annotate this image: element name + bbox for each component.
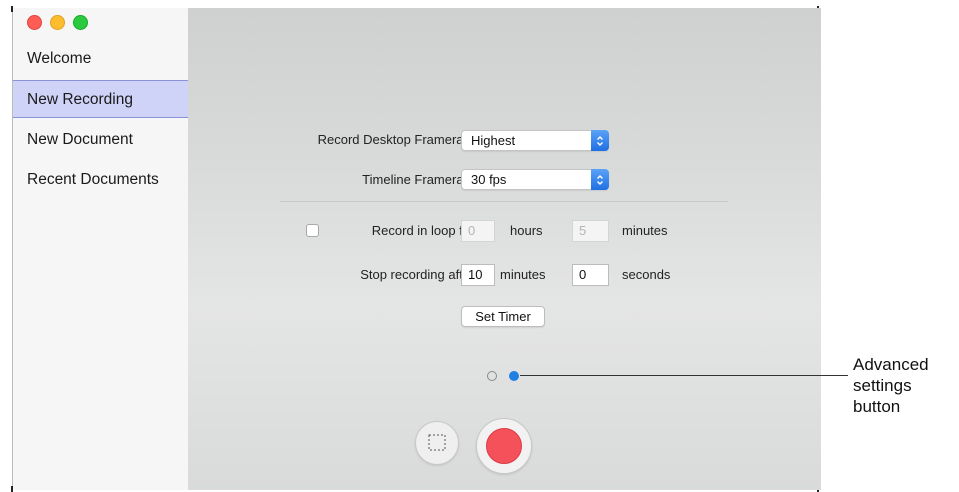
timeline-framerate-select[interactable]: 30 fps xyxy=(461,169,609,190)
sidebar: Welcome New Recording New Document Recen… xyxy=(13,8,189,490)
advanced-settings-callout: Advanced settings button xyxy=(853,354,929,417)
desktop-framerate-label: Record Desktop Framerate: xyxy=(317,132,478,147)
chevron-updown-icon xyxy=(591,169,609,190)
window-controls xyxy=(27,15,88,30)
desktop-framerate-select[interactable]: Highest xyxy=(461,130,609,151)
close-window-button[interactable] xyxy=(27,15,42,30)
chevron-updown-icon xyxy=(591,130,609,151)
page-indicator-1[interactable] xyxy=(487,371,497,381)
settings-divider xyxy=(280,201,728,202)
recording-settings-panel: Record Desktop Framerate: Highest Timeli… xyxy=(188,8,821,490)
set-timer-button[interactable]: Set Timer xyxy=(461,306,545,327)
desktop-framerate-value: Highest xyxy=(471,133,516,148)
loop-minutes-input[interactable]: 5 xyxy=(572,220,609,242)
stop-minutes-unit: minutes xyxy=(500,267,546,282)
region-select-icon xyxy=(428,434,446,451)
callout-line1: Advanced xyxy=(853,355,929,374)
zoom-window-button[interactable] xyxy=(73,15,88,30)
timeline-framerate-value: 30 fps xyxy=(471,172,507,187)
loop-minutes-unit: minutes xyxy=(622,223,668,238)
capture-region-button[interactable] xyxy=(415,421,459,465)
minimize-window-button[interactable] xyxy=(50,15,65,30)
advanced-settings-button[interactable] xyxy=(509,371,519,381)
callout-line xyxy=(520,375,848,376)
callout-line2: settings xyxy=(853,376,912,395)
callout-line3: button xyxy=(853,397,901,416)
sidebar-item-new-document[interactable]: New Document xyxy=(13,121,188,159)
stop-minutes-input[interactable]: 10 xyxy=(461,264,495,286)
record-button[interactable] xyxy=(476,418,532,474)
stop-seconds-unit: seconds xyxy=(622,267,671,282)
sidebar-item-recent-documents[interactable]: Recent Documents xyxy=(13,161,188,199)
stop-seconds-input[interactable]: 0 xyxy=(572,264,609,286)
loop-hours-input[interactable]: 0 xyxy=(461,220,495,242)
sidebar-item-welcome[interactable]: Welcome xyxy=(13,40,188,78)
sidebar-item-new-recording[interactable]: New Recording xyxy=(13,80,188,118)
app-window: Welcome New Recording New Document Recen… xyxy=(11,6,821,492)
record-loop-checkbox[interactable] xyxy=(306,224,319,237)
loop-hours-unit: hours xyxy=(510,223,543,238)
record-icon xyxy=(486,428,522,464)
